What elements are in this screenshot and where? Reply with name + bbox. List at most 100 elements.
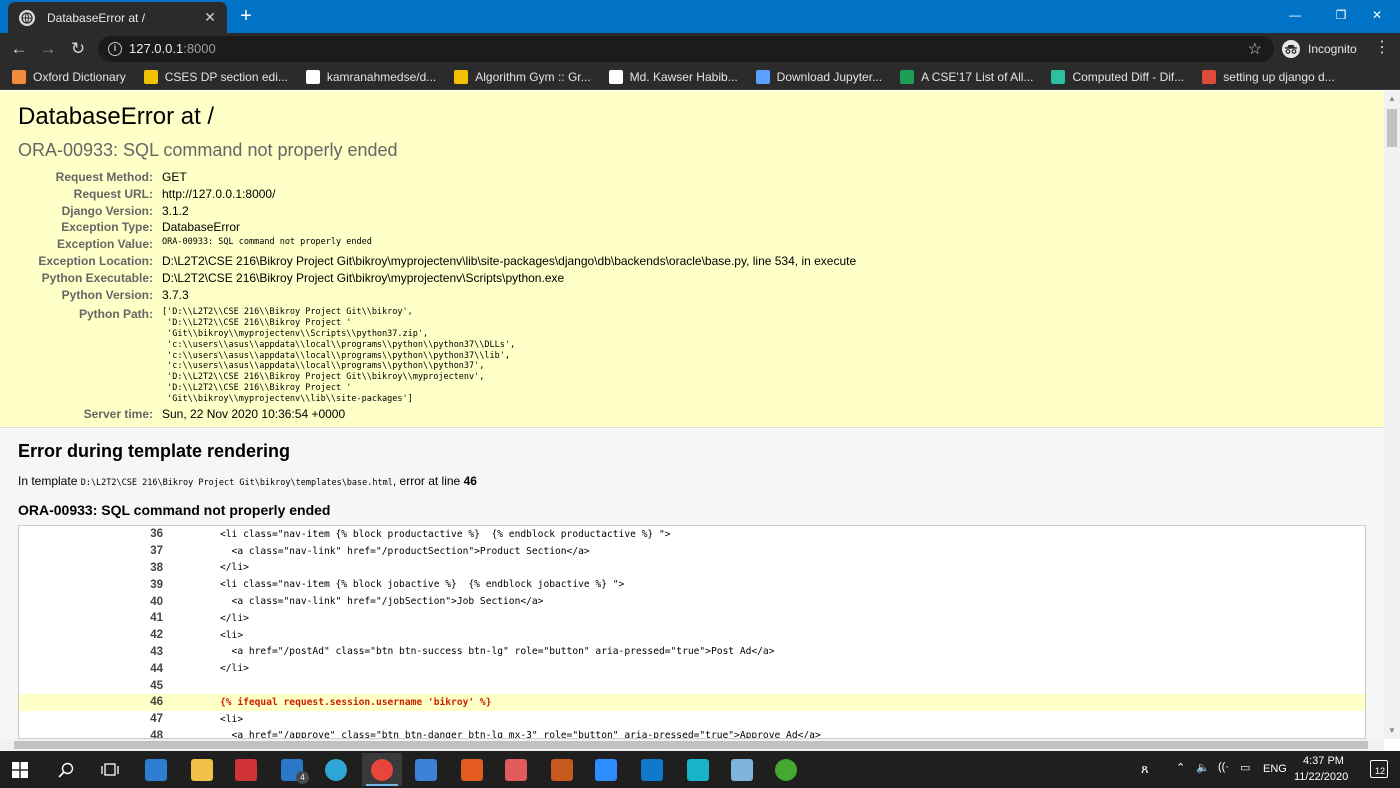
code-line: <li>: [220, 629, 244, 641]
error-title: DatabaseError at /: [18, 103, 215, 130]
gift-icon[interactable]: [226, 753, 266, 786]
file-explorer-icon[interactable]: [182, 753, 222, 786]
task-view-icon[interactable]: [90, 753, 130, 786]
meta-key: Django Version:: [61, 203, 153, 218]
source-row: 47 <li>: [19, 711, 1365, 728]
zoom-icon-glyph: [595, 758, 617, 781]
code-line: </li>: [220, 562, 249, 574]
search-icon[interactable]: [46, 753, 86, 786]
sql-icon[interactable]: [542, 753, 582, 786]
snip-icon[interactable]: [678, 753, 718, 786]
meta-row: Exception Value: ORA-00933: SQL command n…: [0, 237, 1380, 254]
meta-key: Exception Value:: [56, 237, 153, 252]
clock-time[interactable]: 4:37 PM: [1303, 755, 1344, 767]
store-icon-glyph: [145, 758, 167, 781]
notepad-icon-glyph: [731, 758, 753, 781]
meta-key: Python Version:: [61, 287, 153, 302]
bookmark-item[interactable]: A CSE'17 List of All...: [900, 66, 1033, 88]
hscroll-thumb[interactable]: [14, 741, 1368, 749]
close-tab-icon[interactable]: ✕: [202, 9, 218, 25]
incognito-label: Incognito: [1308, 42, 1357, 56]
line-number: 46: [150, 696, 163, 709]
windows-start-icon[interactable]: [0, 753, 40, 786]
bookmark-item[interactable]: Download Jupyter...: [755, 66, 882, 88]
vscode-icon-glyph: [641, 758, 663, 781]
site-info-icon[interactable]: i: [108, 42, 122, 56]
template-heading: Error during template rendering: [18, 441, 291, 461]
code-line: <li class="nav-item {% block productacti…: [220, 528, 671, 540]
edge-icon[interactable]: [316, 753, 356, 786]
file-explorer-icon-glyph: [191, 758, 213, 781]
scroll-down-icon[interactable]: ▼: [1384, 723, 1400, 739]
python-path-line: 'Git\\bikroy\\myprojectenv\\lib\\site-pa…: [162, 393, 413, 404]
globe-icon: [19, 9, 35, 26]
back-arrow-icon[interactable]: ←: [8, 38, 30, 60]
address-bar[interactable]: i 127.0.0.1:8000 ☆: [98, 36, 1274, 62]
bookmark-item[interactable]: kamranahmedse/d...: [305, 66, 436, 88]
template-info: In template D:\L2T2\CSE 216\Bikroy Proje…: [18, 474, 477, 488]
template-subheading: ORA-00933: SQL command not properly ende…: [18, 502, 331, 518]
code-line: <a class="nav-link" href="/productSectio…: [220, 545, 590, 557]
chrome-icon[interactable]: [362, 753, 402, 786]
bookmark-item[interactable]: Computed Diff - Dif...: [1051, 66, 1184, 88]
bookmark-item[interactable]: Algorithm Gym :: Gr...: [454, 66, 591, 88]
zoom-icon[interactable]: [586, 753, 626, 786]
meta-value: 3.1.2: [162, 203, 189, 218]
error-summary: DatabaseError at / ORA-00933: SQL comman…: [0, 91, 1384, 428]
incognito-profile[interactable]: Incognito: [1282, 37, 1357, 61]
browser-tab[interactable]: DatabaseError at / ✕: [8, 2, 227, 33]
line-number: 47: [150, 713, 163, 726]
clock-date[interactable]: 11/22/2020: [1294, 771, 1348, 783]
battery-icon[interactable]: ▭: [1240, 761, 1250, 774]
people-icon[interactable]: ጸ: [1141, 761, 1149, 777]
python-path-line: 'D:\\L2T2\\CSE 216\\Bikroy Project ': [162, 318, 352, 329]
source-row: 38 </li>: [19, 560, 1365, 577]
source-row: 44 </li>: [19, 660, 1365, 677]
line-number: 41: [150, 612, 163, 625]
paint-icon[interactable]: [496, 753, 536, 786]
close-window-icon[interactable]: ✕: [1354, 0, 1400, 30]
python-path-line: 'Git\\bikroy\\myprojectenv\\Scripts\\pyt…: [162, 328, 429, 339]
source-row: 40 <a class="nav-link" href="/jobSection…: [19, 593, 1365, 610]
store-icon[interactable]: [136, 753, 176, 786]
bookmark-item[interactable]: CSES DP section edi...: [143, 66, 288, 88]
bookmark-star-icon[interactable]: ☆: [1248, 39, 1262, 59]
reload-icon[interactable]: ↻: [67, 38, 89, 60]
vscode-icon[interactable]: [632, 753, 672, 786]
menu-kebab-icon[interactable]: ⋮: [1374, 38, 1390, 58]
line-number: 42: [150, 629, 163, 642]
volume-icon[interactable]: 🔈: [1196, 761, 1210, 774]
scroll-thumb[interactable]: [1387, 109, 1397, 147]
wifi-icon[interactable]: ((·: [1218, 761, 1229, 773]
bookmark-item[interactable]: Oxford Dictionary: [12, 66, 126, 88]
sql-icon-glyph: [551, 758, 573, 781]
minimize-icon[interactable]: ―: [1272, 0, 1318, 30]
forward-arrow-icon[interactable]: →: [37, 38, 59, 60]
notepad-icon[interactable]: [722, 753, 762, 786]
meta-key: Request URL:: [73, 186, 153, 201]
bookmark-item[interactable]: setting up django d...: [1202, 66, 1335, 88]
tray-chevron-icon[interactable]: ⌃: [1176, 761, 1185, 774]
vertical-scrollbar[interactable]: ▲ ▼: [1384, 91, 1400, 739]
line-number: 40: [150, 595, 163, 608]
meta-row: Python Executable: D:\L2T2\CSE 216\Bikroy…: [0, 271, 1380, 288]
app-icon[interactable]: [406, 753, 446, 786]
bookmark-item[interactable]: Md. Kawser Habib...: [608, 66, 738, 88]
meta-row-python-path: Python Path: ['D:\\L2T2\\CSE 216\\Bikroy …: [0, 304, 1380, 404]
code-line: <li class="nav-item {% block jobactive %…: [220, 579, 625, 591]
edge-icon-glyph: [325, 758, 347, 781]
notification-icon[interactable]: 12: [1370, 760, 1388, 778]
tab-title: DatabaseError at /: [47, 10, 146, 25]
new-tab-button[interactable]: +: [236, 6, 256, 26]
bar-chart-icon: [454, 69, 469, 84]
bookmark-label: Algorithm Gym :: Gr...: [475, 69, 591, 84]
mail-icon[interactable]: 4: [272, 753, 312, 786]
meta-key: Request Method:: [55, 170, 153, 184]
anaconda-icon[interactable]: [766, 753, 806, 786]
scroll-up-icon[interactable]: ▲: [1384, 91, 1400, 107]
office-icon[interactable]: [452, 753, 492, 786]
language-indicator[interactable]: ENG: [1263, 763, 1287, 775]
bookmark-label: setting up django d...: [1223, 69, 1335, 84]
python-path-line: 'c:\\users\\asus\\appdata\\local\\progra…: [162, 339, 516, 350]
horizontal-scrollbar[interactable]: [0, 739, 1384, 751]
